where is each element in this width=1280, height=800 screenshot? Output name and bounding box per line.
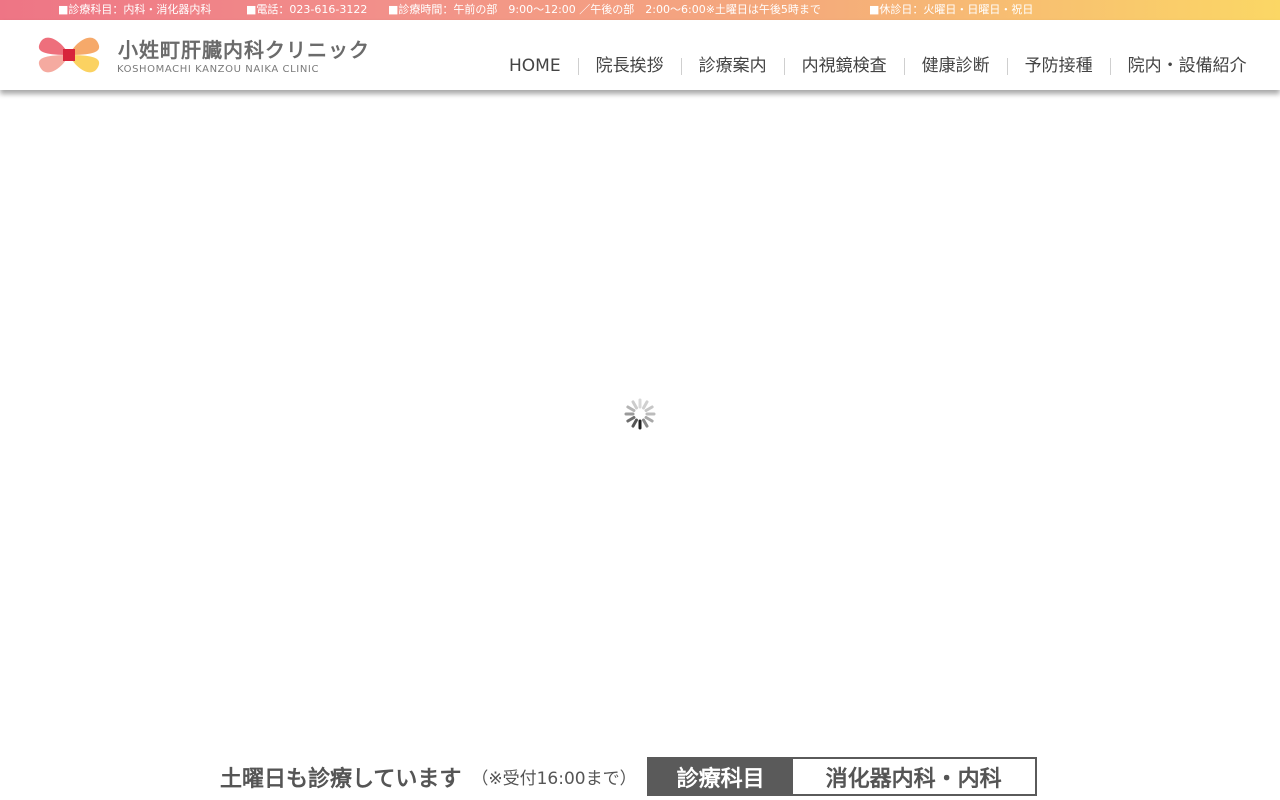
clinic-name: 小姓町肝臓内科クリニック: [118, 38, 370, 62]
nav-director-greeting[interactable]: 院長挨拶: [577, 57, 681, 75]
nav-facilities[interactable]: 院内・設備紹介: [1109, 57, 1264, 75]
topbar-closed-days: ■休診日：火曜日・日曜日・祝日: [869, 3, 1034, 16]
saturday-open-text: 土曜日も診療しています: [220, 766, 462, 792]
spinner-icon: [624, 398, 656, 430]
clinic-logo-icon: [38, 37, 100, 73]
topbar-hours: ■診療時間：午前の部 9:00～12:00 ／午後の部 2:00～6:00※土曜…: [388, 3, 821, 16]
clinic-logo[interactable]: 小姓町肝臓内科クリニック KOSHOMACHI KANZOU NAIKA CLI…: [36, 31, 376, 81]
nav-endoscopy[interactable]: 内視鏡検査: [783, 57, 904, 75]
nav-home[interactable]: HOME: [492, 57, 578, 75]
topbar-departments: ■診療科目：内科・消化器内科: [58, 3, 212, 16]
nav-vaccination[interactable]: 予防接種: [1006, 57, 1110, 75]
nav-health-checkup[interactable]: 健康診断: [903, 57, 1007, 75]
site-header: 小姓町肝臓内科クリニック KOSHOMACHI KANZOU NAIKA CLI…: [0, 20, 1280, 90]
top-info-bar: ■診療科目：内科・消化器内科 ■電話：023-616-3122 ■診療時間：午前…: [0, 0, 1280, 20]
clinic-name-romaji: KOSHOMACHI KANZOU NAIKA CLINIC: [117, 64, 320, 75]
department-label: 診療科目: [648, 759, 793, 794]
main-nav: HOME 院長挨拶 診療案内 内視鏡検査 健康診断 予防接種 院内・設備紹介: [492, 54, 1264, 78]
department-box: 診療科目 消化器内科・内科: [646, 757, 1037, 796]
nav-medical-guide[interactable]: 診療案内: [680, 57, 784, 75]
topbar-phone: ■電話：023-616-3122: [246, 3, 368, 16]
saturday-notice-bar: 土曜日も診療しています （※受付16:00まで） 診療科目 消化器内科・内科: [220, 757, 1037, 796]
reception-note: （※受付16:00まで）: [471, 769, 637, 789]
department-value: 消化器内科・内科: [792, 759, 1035, 794]
